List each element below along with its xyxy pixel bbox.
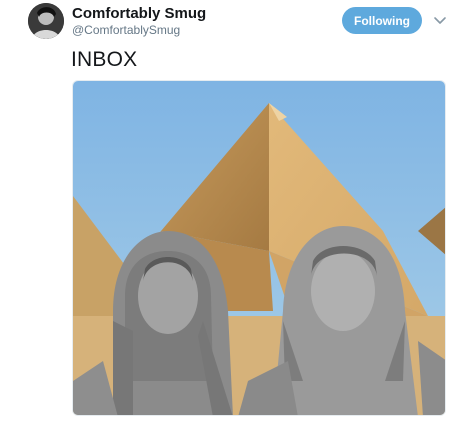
following-button[interactable]: Following (342, 7, 422, 34)
tweet-text: INBOX (71, 48, 138, 71)
author-handle[interactable]: @ComfortablySmug (72, 23, 180, 37)
chevron-down-icon[interactable] (433, 13, 447, 27)
user-avatar-icon (28, 3, 64, 39)
author-display-name[interactable]: Comfortably Smug (72, 5, 206, 22)
avatar[interactable] (28, 3, 64, 39)
photo-image (73, 81, 445, 415)
tweet-card: Comfortably Smug @ComfortablySmug Follow… (0, 0, 474, 427)
tweet-photo[interactable] (72, 80, 446, 416)
